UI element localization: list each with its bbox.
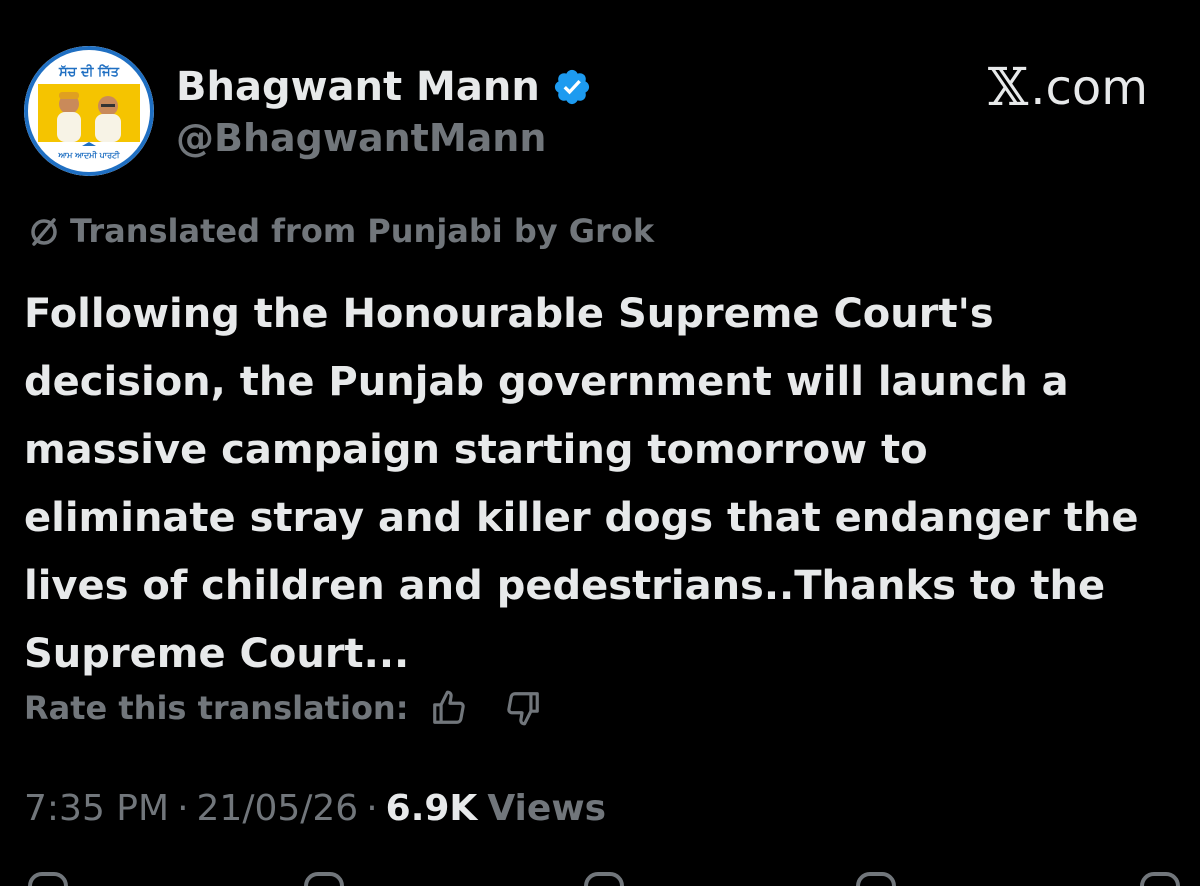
thumbs-up-button[interactable] (429, 688, 469, 728)
translation-notice-text: Translated from Punjabi by Grok (70, 212, 655, 250)
rate-translation: Rate this translation: (24, 688, 543, 728)
avatar-top-text: ਸੱਚ ਦੀ ਜਿੱਤ (58, 64, 120, 80)
thumbs-down-icon (506, 692, 539, 726)
tweet-line: lives of children and pedestrians..Thank… (24, 563, 1106, 609)
brand-label: .com (1030, 60, 1148, 116)
display-name[interactable]: Bhagwant Mann (176, 64, 540, 110)
views-count: 6.9K (385, 788, 478, 829)
avatar-bottom-text: ਆਮ ਆਦਮੀ ਪਾਰਟੀ (57, 150, 120, 160)
tweet-line: massive campaign starting tomorrow to (24, 427, 928, 473)
author-handle[interactable]: @BhagwantMann (176, 116, 546, 160)
reply-icon[interactable] (28, 872, 68, 886)
tweet-meta: 7:35 PM · 21/05/26 · 6.9K Views (24, 788, 606, 829)
author-header: Bhagwant Mann (176, 62, 592, 112)
like-icon[interactable] (584, 872, 624, 886)
verified-badge-icon[interactable] (552, 67, 592, 107)
meta-separator: · (366, 788, 378, 829)
translation-notice[interactable]: Translated from Punjabi by Grok (26, 212, 654, 250)
meta-separator: · (177, 788, 189, 829)
thumbs-down-button[interactable] (503, 688, 543, 728)
retweet-icon[interactable] (304, 872, 344, 886)
thumbs-up-icon (432, 690, 465, 724)
tweet-line: Supreme Court... (24, 631, 410, 677)
avatar[interactable]: ਸੱਚ ਦੀ ਜਿੱਤ ਆਮ ਆਦਮੀ ਪਾਰਟੀ (24, 46, 154, 176)
aap-logo-icon: ਸੱਚ ਦੀ ਜਿੱਤ ਆਮ ਆਦਮੀ ਪਾਰਟੀ (24, 46, 154, 176)
tweet-text: Following the Honourable Supreme Court's… (24, 280, 1184, 688)
tweet-line: decision, the Punjab government will lau… (24, 359, 1069, 405)
tweet-date[interactable]: 21/05/26 (197, 788, 359, 829)
views-label: Views (487, 788, 606, 829)
share-icon[interactable] (1140, 872, 1180, 886)
tweet-time[interactable]: 7:35 PM (24, 788, 169, 829)
tweet-line: Following the Honourable Supreme Court's (24, 291, 994, 337)
action-bar (0, 872, 1200, 886)
bookmark-icon[interactable] (856, 872, 896, 886)
translate-icon (31, 218, 57, 246)
brand-watermark: 𝕏 .com (988, 60, 1148, 116)
tweet-line: eliminate stray and killer dogs that end… (24, 495, 1139, 541)
x-logo-icon: 𝕏 (987, 58, 1029, 118)
rate-translation-label: Rate this translation: (24, 689, 409, 727)
